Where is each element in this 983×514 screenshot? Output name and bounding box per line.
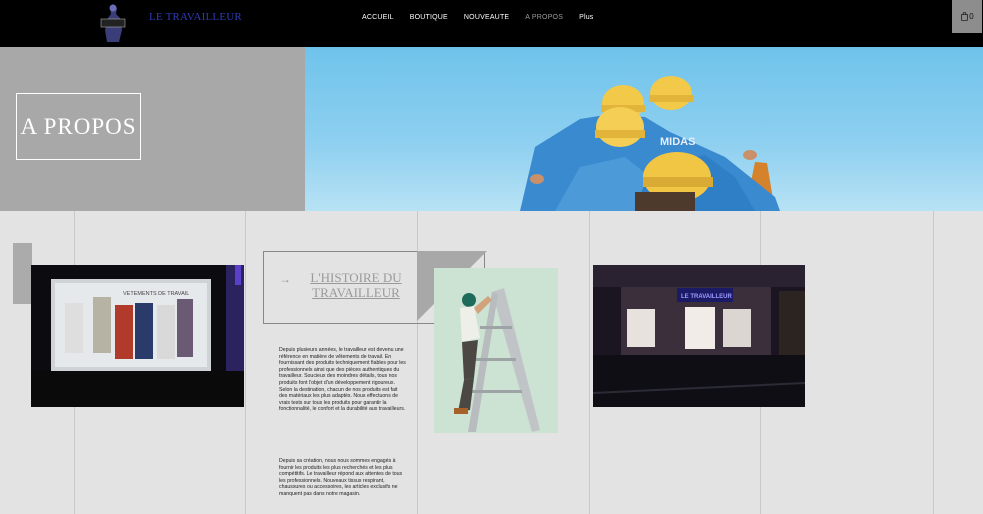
nav-item-a-propos[interactable]: A PROPOS xyxy=(525,14,563,21)
brand-name[interactable]: LE TRAVAILLEUR xyxy=(149,11,242,23)
page-title: A PROPOS xyxy=(20,113,137,139)
nav-item-boutique[interactable]: BOUTIQUE xyxy=(410,14,448,21)
brand-logo[interactable] xyxy=(100,2,126,44)
storefront-sign: LE TRAVAILLEUR xyxy=(681,294,732,300)
grid-line xyxy=(589,211,590,514)
nav-item-plus[interactable]: Plus xyxy=(579,14,593,21)
arrow-right-icon[interactable]: → xyxy=(279,272,291,286)
shopping-bag-icon xyxy=(961,12,969,21)
svg-text:MIDAS: MIDAS xyxy=(660,136,695,148)
nav-item-nouveaute[interactable]: NOUVEAUTE xyxy=(464,14,509,21)
hero-workers-illustration: MIDAS xyxy=(520,76,780,211)
histoire-title-link[interactable]: L'HISTOIRE DU TRAVAILLEUR xyxy=(301,270,411,300)
cart-button[interactable]: 0 xyxy=(952,0,982,33)
top-navigation-bar: LE TRAVAILLEUR ACCUEIL BOUTIQUE NOUVEAUT… xyxy=(0,0,983,47)
main-nav: ACCUEIL BOUTIQUE NOUVEAUTE A PROPOS Plus xyxy=(362,14,610,21)
storefront-night-photo: LE TRAVAILLEUR xyxy=(593,265,805,407)
shop-window-sign: VETEMENTS DE TRAVAIL xyxy=(123,291,189,297)
about-paragraph-2: Depuis sa création, nous nous sommes eng… xyxy=(279,458,403,497)
cart-count: 0 xyxy=(969,12,974,21)
nav-item-accueil[interactable]: ACCUEIL xyxy=(362,14,394,21)
page-title-box: A PROPOS xyxy=(16,93,141,160)
worker-ladder-photo xyxy=(434,268,558,433)
hero-image-workers: MIDAS xyxy=(305,47,983,211)
about-paragraph-1: Depuis plusieurs années, le travailleur … xyxy=(279,347,406,413)
grid-line xyxy=(245,211,246,514)
shop-window-photo: VETEMENTS DE TRAVAIL xyxy=(31,265,244,407)
side-tab[interactable] xyxy=(13,243,32,304)
grid-line xyxy=(933,211,934,514)
